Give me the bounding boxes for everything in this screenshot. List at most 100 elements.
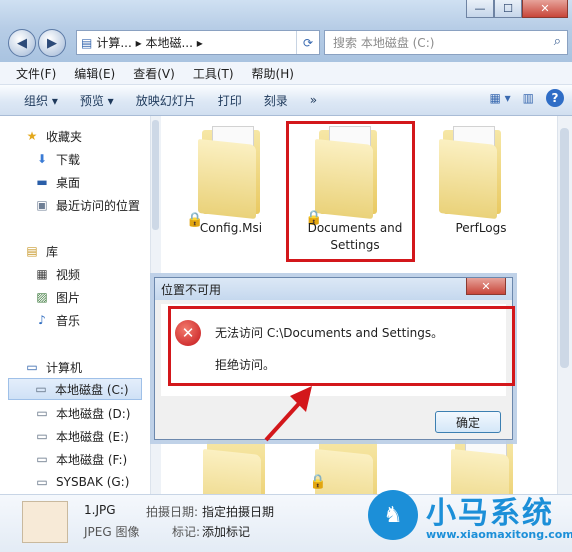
dialog-close-button[interactable]: ✕ [466, 278, 506, 295]
sidebar-item-drive-d[interactable]: ▭ 本地磁盘 (D:) [34, 403, 130, 423]
menu-tools[interactable]: 工具(T) [193, 65, 234, 82]
content-scroll-thumb[interactable] [560, 128, 569, 368]
menu-bar: 文件(F) 编辑(E) 查看(V) 工具(T) 帮助(H) [0, 62, 572, 85]
sidebar-item-downloads[interactable]: ⬇ 下载 [34, 149, 80, 169]
content-scrollbar[interactable] [557, 116, 572, 494]
details-date-label: 拍摄日期: [146, 505, 199, 519]
sidebar-item-drive-e[interactable]: ▭ 本地磁盘 (E:) [34, 426, 129, 446]
favorites-header[interactable]: ★ 收藏夹 [24, 126, 82, 146]
folder-front [198, 138, 256, 220]
print-button[interactable]: 打印 [218, 92, 242, 109]
help-icon[interactable]: ? [546, 89, 564, 107]
search-icon[interactable]: ⌕ [554, 34, 561, 49]
nav-scroll-thumb[interactable] [152, 120, 159, 230]
download-folder-icon: ⬇ [36, 152, 48, 166]
sidebar-item-label: 音乐 [56, 313, 81, 328]
menu-view[interactable]: 查看(V) [133, 65, 175, 82]
pointer-arrow-icon [264, 386, 312, 442]
folder-item[interactable] [437, 124, 507, 220]
watermark-brand: 小马系统 [426, 496, 554, 531]
sidebar-item-label: 最近访问的位置 [56, 198, 141, 213]
window-controls: — ☐ ✕ [466, 0, 568, 18]
toolbar-right: ▦ ▾ ▥ ? [489, 89, 564, 107]
details-date-value[interactable]: 指定拍摄日期 [202, 503, 274, 520]
back-button[interactable]: ◀ [8, 29, 36, 57]
folder-front [203, 448, 261, 496]
preview-pane-icon[interactable]: ▥ [523, 91, 534, 105]
horse-logo-icon: ♞ [368, 490, 418, 540]
watermark-logo: ♞ 小马系统 www.xiaomaxitong.com [366, 486, 572, 552]
sidebar-item-drive-f[interactable]: ▭ 本地磁盘 (F:) [34, 449, 127, 469]
favorites-label: 收藏夹 [46, 129, 83, 144]
more-button[interactable]: » [310, 93, 317, 107]
sidebar-item-label: 图片 [56, 290, 81, 305]
sidebar-item-label: 本地磁盘 (D:) [56, 406, 131, 421]
minimize-button[interactable]: — [466, 0, 494, 18]
file-name[interactable]: Config.Msi [183, 220, 279, 237]
sidebar-item-music[interactable]: ♪ 音乐 [34, 310, 80, 330]
music-icon: ♪ [38, 313, 46, 327]
organize-button[interactable]: 组织 ▾ [24, 92, 58, 109]
dialog-title: 位置不可用 [161, 282, 222, 297]
menu-file[interactable]: 文件(F) [16, 65, 56, 82]
file-name[interactable]: PerfLogs [431, 220, 531, 237]
sidebar-item-recent[interactable]: ▣ 最近访问的位置 [34, 195, 140, 215]
address-bar[interactable]: ▤ 计算... ▸ 本地磁... ▸ ⟳ [76, 30, 320, 55]
sidebar-item-label: 本地磁盘 (E:) [56, 429, 129, 444]
image-thumbnail [22, 501, 68, 543]
breadcrumb[interactable]: 计算... ▸ 本地磁... ▸ [96, 34, 202, 51]
pictures-icon: ▨ [36, 290, 48, 304]
details-tag-label: 标记: [172, 525, 201, 539]
lock-icon: 🔒 [313, 474, 327, 490]
explorer-window: — ☐ ✕ ◀ ▶ ▤ 计算... ▸ 本地磁... ▸ ⟳ 搜索 本地磁盘 (… [0, 0, 572, 552]
window-frame: — ☐ ✕ ◀ ▶ ▤ 计算... ▸ 本地磁... ▸ ⟳ 搜索 本地磁盘 (… [0, 0, 572, 62]
sidebar-item-label: 视频 [56, 267, 81, 282]
search-input[interactable]: 搜索 本地磁盘 (C:) ⌕ [324, 30, 568, 55]
search-placeholder: 搜索 本地磁盘 (C:) [333, 36, 435, 50]
message-highlight-box [168, 306, 515, 386]
drive-icon: ▭ [36, 406, 48, 420]
video-icon: ▦ [36, 267, 48, 281]
close-button[interactable]: ✕ [522, 0, 568, 18]
computer-label: 计算机 [46, 360, 83, 375]
details-tag-value[interactable]: 添加标记 [202, 523, 250, 540]
dialog-titlebar[interactable]: 位置不可用 [155, 278, 512, 300]
library-label: 库 [46, 244, 59, 259]
sidebar-item-drive-g[interactable]: ▭ SYSBAK (G:) [34, 472, 129, 492]
sidebar-item-label: SYSBAK (G:) [56, 475, 130, 489]
computer-header[interactable]: ▭ 计算机 [24, 357, 82, 377]
preview-button[interactable]: 预览 ▾ [80, 92, 114, 109]
folder-item[interactable]: 🔒 [186, 124, 266, 228]
details-filetype: JPEG 图像 [84, 525, 140, 539]
library-icon: ▤ [26, 244, 38, 258]
sidebar-item-videos[interactable]: ▦ 视频 [34, 264, 80, 284]
details-filename: 1.JPG [84, 503, 116, 517]
highlight-box [286, 121, 415, 262]
sidebar-item-desktop[interactable]: ▬ 桌面 [34, 172, 80, 192]
view-options-icon[interactable]: ▦ ▾ [489, 91, 510, 105]
sidebar-item-label: 桌面 [56, 175, 81, 190]
maximize-button[interactable]: ☐ [494, 0, 522, 18]
slideshow-button[interactable]: 放映幻灯片 [136, 92, 196, 109]
library-header[interactable]: ▤ 库 [24, 241, 58, 261]
burn-button[interactable]: 刻录 [264, 92, 288, 109]
menu-help[interactable]: 帮助(H) [252, 65, 294, 82]
system-drive-icon: ▭ [35, 382, 47, 396]
menu-edit[interactable]: 编辑(E) [74, 65, 115, 82]
star-icon: ★ [26, 129, 38, 143]
navigation-pane: ★ 收藏夹 ⬇ 下载 ▬ 桌面 ▣ 最近访问的位置 ▤ 库 ▦ 视频 ▨ 图片 … [0, 116, 151, 494]
computer-icon: ▭ [26, 360, 38, 374]
sidebar-item-drive-c[interactable]: ▭ 本地磁盘 (C:) [8, 378, 142, 400]
drive-icon: ▭ [36, 475, 48, 489]
drive-icon: ▭ [36, 452, 48, 466]
refresh-icon[interactable]: ⟳ [296, 31, 319, 54]
drive-icon: ▭ [36, 429, 48, 443]
command-bar: 组织 ▾ 预览 ▾ 放映幻灯片 打印 刻录 » ▦ ▾ ▥ ? [0, 85, 572, 116]
sidebar-item-label: 下载 [56, 152, 81, 167]
forward-icon: ▶ [47, 35, 57, 51]
ok-button[interactable]: 确定 [435, 411, 501, 433]
desktop-icon: ▬ [36, 175, 48, 189]
sidebar-item-label: 本地磁盘 (C:) [55, 382, 129, 397]
forward-button[interactable]: ▶ [38, 29, 66, 57]
sidebar-item-pictures[interactable]: ▨ 图片 [34, 287, 80, 307]
